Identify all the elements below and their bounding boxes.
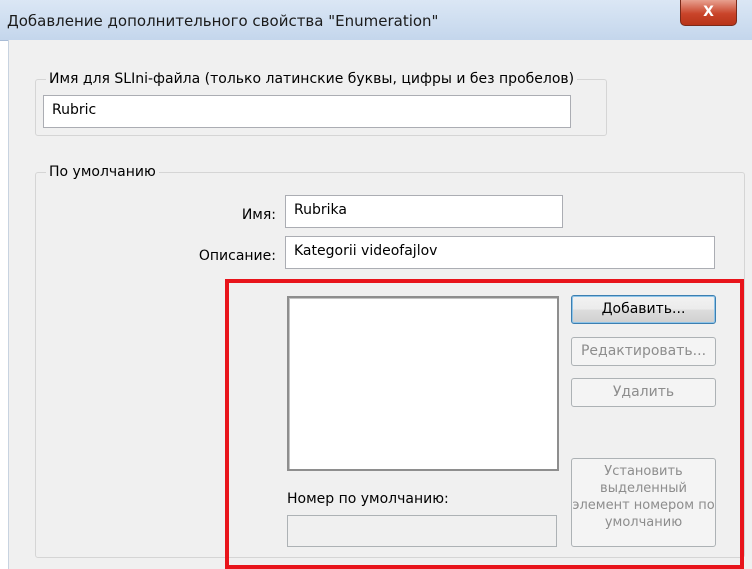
description-input[interactable]: Kategorii videofajlov bbox=[285, 236, 715, 269]
ini-name-legend: Имя для SLIni-файла (только латинские бу… bbox=[46, 71, 578, 87]
dialog-client-area: Имя для SLIni-файла (только латинские бу… bbox=[8, 40, 752, 569]
name-label: Имя: bbox=[241, 207, 276, 223]
default-number-field[interactable] bbox=[287, 515, 557, 547]
window-title: Добавление дополнительного свойства "Enu… bbox=[7, 12, 439, 30]
description-label: Описание: bbox=[198, 248, 276, 264]
default-group-legend: По умолчанию bbox=[46, 164, 159, 180]
set-default-button[interactable]: Установить выделенный элемент номером по… bbox=[571, 458, 716, 547]
ini-name-input[interactable]: Rubric bbox=[43, 95, 571, 128]
add-button[interactable]: Добавить... bbox=[571, 295, 716, 324]
close-icon: X bbox=[703, 4, 714, 20]
delete-button[interactable]: Удалить bbox=[571, 378, 716, 407]
close-button[interactable]: X bbox=[680, 0, 737, 26]
default-number-label: Номер по умолчанию: bbox=[287, 491, 449, 507]
edit-button[interactable]: Редактировать... bbox=[571, 337, 716, 366]
name-input[interactable]: Rubrika bbox=[285, 195, 563, 228]
enum-values-listbox[interactable] bbox=[287, 296, 559, 471]
title-bar: Добавление дополнительного свойства "Enu… bbox=[0, 0, 752, 41]
